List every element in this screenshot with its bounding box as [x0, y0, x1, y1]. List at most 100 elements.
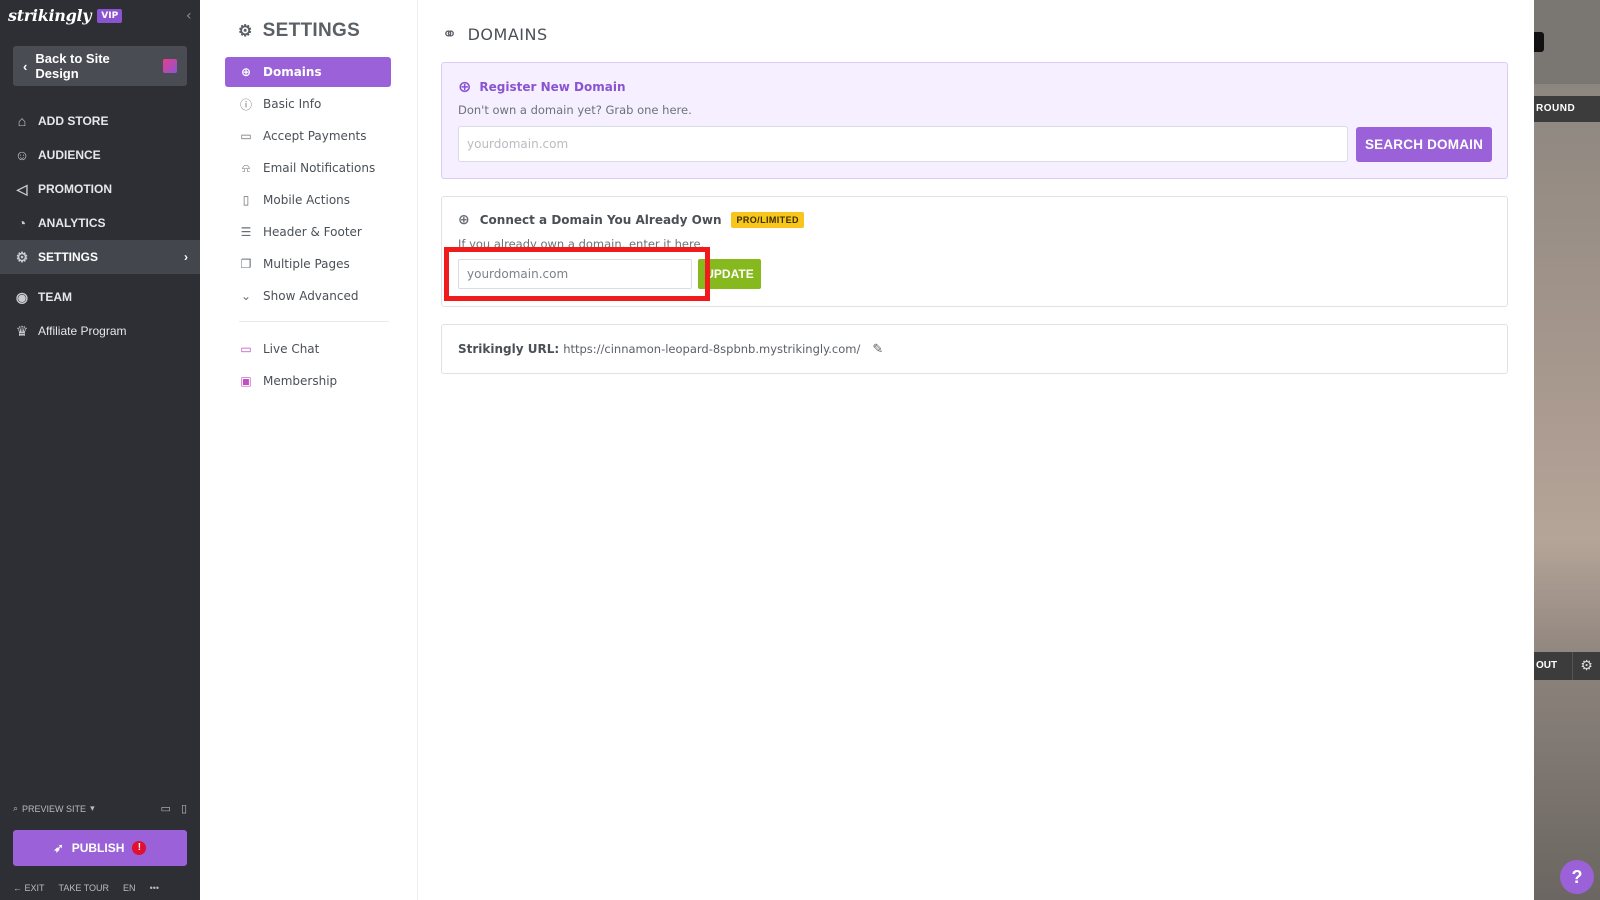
- vip-badge: VIP: [97, 8, 123, 23]
- collapse-sidebar-icon[interactable]: ‹: [186, 8, 192, 24]
- help-button[interactable]: ?: [1560, 860, 1594, 894]
- settings-title-text: SETTINGS: [262, 20, 361, 41]
- preview-site-row: ⌕ PREVIEW SITE ▾ ▭ ▯: [13, 802, 187, 815]
- back-to-site-design-button[interactable]: ‹ Back to Site Design: [13, 46, 187, 86]
- connect-title: ⊕ Connect a Domain You Already Own PRO/L…: [458, 212, 804, 228]
- nav-item-team[interactable]: ◉ TEAM: [0, 280, 200, 314]
- audience-icon: ☺: [14, 147, 30, 163]
- globe-icon: ⊕: [458, 212, 470, 228]
- device-toggle: ▭ ▯: [161, 802, 187, 815]
- settings-item-label: Live Chat: [263, 342, 320, 356]
- update-button[interactable]: UPDATE: [698, 259, 761, 289]
- globe-icon: ⊕: [240, 65, 252, 79]
- take-tour-link[interactable]: TAKE TOUR: [59, 883, 110, 893]
- settings-item-label: Show Advanced: [263, 289, 359, 303]
- strikingly-url-value: https://cinnamon-leopard-8spbnb.mystriki…: [563, 342, 861, 356]
- nav-label: AUDIENCE: [38, 148, 101, 162]
- nav-label: TEAM: [38, 290, 72, 304]
- strikingly-url-label: Strikingly URL:: [458, 342, 560, 356]
- rocket-icon: ➶: [53, 841, 64, 855]
- page-title: ⚭ DOMAINS: [442, 24, 548, 45]
- chevron-left-icon: ‹: [23, 58, 28, 74]
- preview-site-dropdown[interactable]: PREVIEW SITE: [22, 804, 86, 814]
- nav-item-affiliate-program[interactable]: ♛ Affiliate Program: [0, 314, 200, 348]
- search-plus-icon: ⊕: [458, 77, 472, 96]
- back-button-label: Back to Site Design: [35, 51, 110, 81]
- settings-item-email-notifications[interactable]: ⍾ Email Notifications: [225, 153, 391, 183]
- settings-item-mobile-actions[interactable]: ▯ Mobile Actions: [225, 185, 391, 215]
- search-icon: ⌕: [13, 803, 19, 813]
- logo-text: strikingly: [8, 6, 92, 25]
- preview-pill: [1534, 32, 1544, 52]
- sidebar-footer: ← EXIT TAKE TOUR EN •••: [13, 883, 193, 893]
- pro-limited-badge: PRO/LIMITED: [731, 212, 804, 228]
- pie-chart-icon: ◔: [17, 215, 27, 231]
- nav-label: ADD STORE: [38, 114, 109, 128]
- settings-item-live-chat[interactable]: ▭ Live Chat: [225, 334, 391, 364]
- exit-link[interactable]: ← EXIT: [13, 883, 45, 893]
- site-preview-strip: ROUND OUT ⚙: [1534, 0, 1600, 900]
- preview-background-button[interactable]: ROUND: [1534, 96, 1600, 122]
- strikingly-url-card: Strikingly URL: https://cinnamon-leopard…: [441, 324, 1508, 374]
- settings-item-label: Domains: [263, 65, 322, 79]
- language-link[interactable]: EN: [123, 883, 136, 893]
- connect-domain-card: ⊕ Connect a Domain You Already Own PRO/L…: [441, 196, 1508, 307]
- settings-item-header-footer[interactable]: ☰ Header & Footer: [225, 217, 391, 247]
- trophy-icon: ♛: [15, 323, 29, 339]
- layout-icon: ☰: [240, 225, 252, 239]
- nav-label: ANALYTICS: [38, 216, 106, 230]
- pencil-icon[interactable]: ✎: [872, 342, 883, 357]
- membership-icon: ▣: [240, 374, 252, 388]
- nav-label: SETTINGS: [38, 250, 99, 264]
- chevron-right-icon: ›: [184, 250, 188, 264]
- main-nav: ⌂ ADD STORE ☺ AUDIENCE ◁ PROMOTION ◔ ANA…: [0, 104, 200, 348]
- desktop-icon[interactable]: ▭: [161, 802, 171, 815]
- link-icon: ⚭: [442, 24, 458, 45]
- bell-icon: ⍾: [242, 160, 250, 175]
- nav-item-promotion[interactable]: ◁ PROMOTION: [0, 172, 200, 206]
- gear-icon: ⚙: [238, 23, 253, 40]
- info-icon: ⓘ: [239, 97, 252, 112]
- pages-icon: ❐: [240, 257, 252, 271]
- register-subtitle: Don't own a domain yet? Grab one here.: [458, 103, 692, 117]
- store-icon: ⌂: [17, 113, 27, 129]
- team-icon: ◉: [15, 289, 29, 305]
- settings-item-label: Membership: [263, 374, 338, 388]
- settings-item-domains[interactable]: ⊕ Domains: [225, 57, 391, 87]
- connect-subtitle: If you already own a domain, enter it he…: [458, 237, 705, 251]
- register-title: ⊕ Register New Domain: [458, 77, 626, 96]
- nav-item-analytics[interactable]: ◔ ANALYTICS: [0, 206, 200, 240]
- register-domain-input[interactable]: yourdomain.com: [458, 126, 1348, 162]
- nav-item-add-store[interactable]: ⌂ ADD STORE: [0, 104, 200, 138]
- caret-down-icon: ▾: [90, 803, 95, 813]
- gear-icon[interactable]: ⚙: [1572, 652, 1600, 680]
- exit-label: EXIT: [24, 883, 45, 893]
- megaphone-icon: ◁: [16, 181, 28, 197]
- settings-item-label: Email Notifications: [263, 161, 376, 175]
- publish-button[interactable]: ➶ PUBLISH !: [13, 830, 187, 866]
- settings-list: ⊕ Domains ⓘ Basic Info ▭ Accept Payments…: [225, 57, 391, 398]
- gear-icon: ⚙: [15, 249, 29, 265]
- settings-item-show-advanced[interactable]: ⌄ Show Advanced: [225, 281, 391, 311]
- page-title-text: DOMAINS: [467, 25, 548, 44]
- more-options-icon[interactable]: •••: [150, 883, 159, 893]
- settings-title: ⚙ SETTINGS: [238, 20, 360, 42]
- chat-icon: ▭: [240, 342, 252, 356]
- search-domain-button[interactable]: SEARCH DOMAIN: [1356, 127, 1492, 162]
- logo[interactable]: strikingly VIP: [8, 6, 123, 25]
- domains-page: ⚭ DOMAINS ⊕ Register New Domain Don't ow…: [418, 0, 1534, 900]
- publish-label: PUBLISH: [71, 841, 125, 855]
- settings-item-basic-info[interactable]: ⓘ Basic Info: [225, 89, 391, 119]
- mobile-icon[interactable]: ▯: [181, 802, 187, 815]
- settings-item-label: Accept Payments: [263, 129, 367, 143]
- register-title-text: Register New Domain: [479, 79, 626, 94]
- settings-item-accept-payments[interactable]: ▭ Accept Payments: [225, 121, 391, 151]
- settings-item-label: Header & Footer: [263, 225, 362, 239]
- alert-badge: !: [132, 841, 147, 855]
- settings-item-membership[interactable]: ▣ Membership: [225, 366, 391, 396]
- settings-item-multiple-pages[interactable]: ❐ Multiple Pages: [225, 249, 391, 279]
- nav-item-audience[interactable]: ☺ AUDIENCE: [0, 138, 200, 172]
- mobile-icon: ▯: [242, 193, 250, 207]
- nav-item-settings[interactable]: ⚙ SETTINGS ›: [0, 240, 200, 274]
- connect-domain-input[interactable]: yourdomain.com: [458, 259, 692, 289]
